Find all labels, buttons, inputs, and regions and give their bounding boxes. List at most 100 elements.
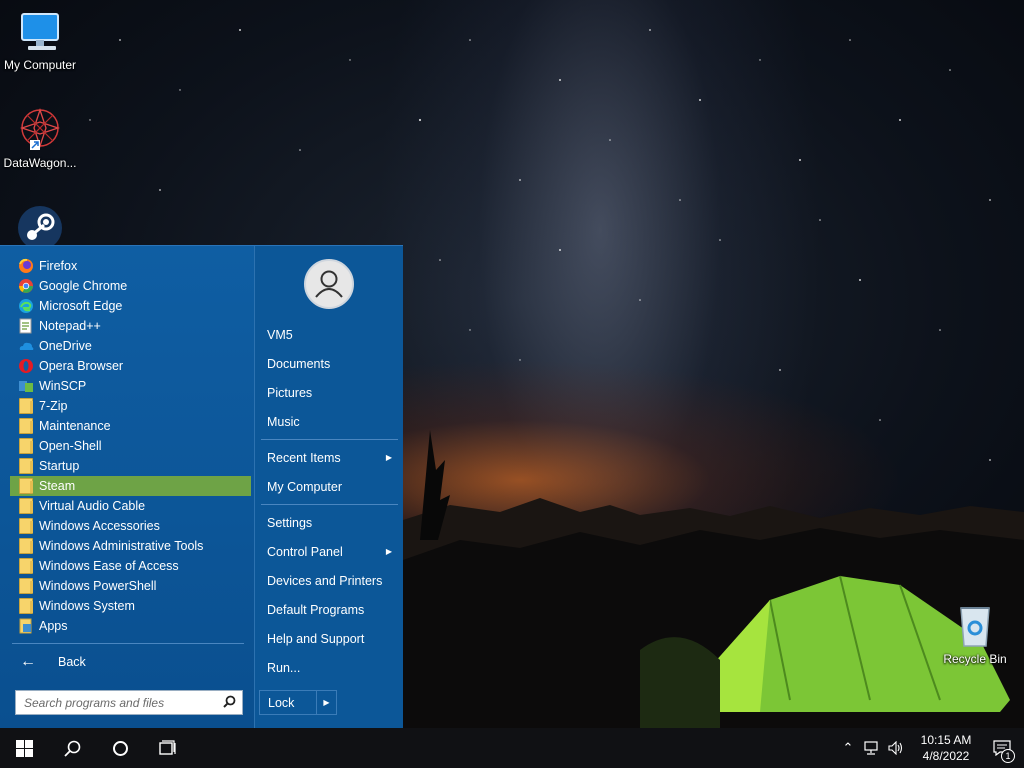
menu-item-label: Music (267, 414, 300, 429)
action-center-button[interactable]: 1 (980, 728, 1024, 768)
windows-logo-icon (15, 739, 33, 757)
desktop-icon-label: My Computer (3, 58, 77, 72)
desktop-icon-recycle-bin[interactable]: Recycle Bin (935, 602, 1015, 666)
menu-item-my-computer[interactable]: My Computer (261, 472, 398, 501)
menu-item-label: Default Programs (267, 602, 365, 617)
desktop-icon-label: Recycle Bin (943, 652, 1007, 666)
opera-icon (18, 358, 34, 374)
program-label: Maintenance (39, 419, 111, 433)
menu-item-default-programs[interactable]: Default Programs (261, 595, 398, 624)
search-icon[interactable] (223, 695, 236, 711)
program-item[interactable]: Apps (10, 616, 251, 636)
clock-time: 10:15 AM (920, 733, 972, 747)
program-label: Windows Administrative Tools (39, 539, 204, 553)
edge-icon (18, 298, 34, 314)
volume-button[interactable] (884, 728, 908, 768)
menu-item-recent-items[interactable]: Recent Items ▶ (261, 443, 398, 472)
notepadpp-icon (18, 318, 34, 334)
program-item[interactable]: Notepad++ (10, 316, 251, 336)
program-item[interactable]: 7-Zip (10, 396, 251, 416)
computer-icon (16, 8, 64, 56)
folder-icon (18, 558, 34, 574)
apps-icon (18, 618, 34, 634)
program-item[interactable]: Startup (10, 456, 251, 476)
clock-date: 4/8/2022 (922, 749, 970, 763)
program-item[interactable]: Windows System (10, 596, 251, 616)
program-item[interactable]: Maintenance (10, 416, 251, 436)
shutdown-options-button[interactable]: ▶ (316, 691, 336, 714)
program-label: Apps (39, 619, 68, 633)
winscp-icon (18, 378, 34, 394)
menu-item-devices-printers[interactable]: Devices and Printers (261, 566, 398, 595)
program-item[interactable]: OneDrive (10, 336, 251, 356)
network-button[interactable] (860, 728, 884, 768)
folder-icon (18, 538, 34, 554)
desktop-icon-steam[interactable] (0, 204, 80, 246)
network-icon (864, 741, 878, 755)
cortana-button[interactable] (96, 728, 144, 768)
program-item[interactable]: Windows Ease of Access (10, 556, 251, 576)
program-item[interactable]: Windows Accessories (10, 516, 251, 536)
task-view-button[interactable] (144, 728, 192, 768)
places-list: VM5 Documents Pictures Music Recent Item… (261, 320, 398, 682)
menu-item-settings[interactable]: Settings (261, 508, 398, 537)
lock-label: Lock (268, 695, 295, 710)
back-button[interactable]: ← Back (10, 651, 251, 673)
menu-item-control-panel[interactable]: Control Panel ▶ (261, 537, 398, 566)
program-item[interactable]: Google Chrome (10, 276, 251, 296)
program-item[interactable]: Windows Administrative Tools (10, 536, 251, 556)
system-tray: ⌃ 10:15 AM 4/8/2022 1 (836, 728, 1024, 768)
lock-button[interactable]: Lock (260, 691, 316, 714)
program-label: Microsoft Edge (39, 299, 123, 313)
start-button[interactable] (0, 728, 48, 768)
program-label: OneDrive (39, 339, 92, 353)
folder-icon (18, 398, 34, 414)
folder-icon (18, 458, 34, 474)
program-item[interactable]: Microsoft Edge (10, 296, 251, 316)
desktop-icon-my-computer[interactable]: My Computer (0, 8, 80, 72)
volume-icon (888, 741, 903, 755)
program-item[interactable]: Firefox (10, 256, 251, 276)
clock[interactable]: 10:15 AM 4/8/2022 (912, 732, 980, 764)
menu-item-label: VM5 (267, 327, 293, 342)
taskbar: ⌃ 10:15 AM 4/8/2022 1 (0, 728, 1024, 768)
program-item[interactable]: Open-Shell (10, 436, 251, 456)
search-button[interactable] (48, 728, 96, 768)
folder-icon (18, 518, 34, 534)
folder-icon (18, 498, 34, 514)
folder-icon (18, 438, 34, 454)
notification-count-badge: 1 (1001, 749, 1015, 763)
search-input[interactable] (24, 695, 209, 710)
start-menu-programs-pane: Firefox Google Chrome Microsoft Edge Notepa… (0, 246, 254, 729)
program-item[interactable]: Steam (10, 476, 251, 496)
menu-item-label: Devices and Printers (267, 573, 383, 588)
back-label: Back (58, 655, 86, 669)
menu-item-music[interactable]: Music (261, 407, 398, 436)
program-item[interactable]: WinSCP (10, 376, 251, 396)
menu-item-help-support[interactable]: Help and Support (261, 624, 398, 653)
menu-item-label: Pictures (267, 385, 313, 400)
menu-item-label: Documents (267, 356, 331, 371)
menu-item-vm5[interactable]: VM5 (261, 320, 398, 349)
menu-item-label: Settings (267, 515, 313, 530)
menu-item-label: Help and Support (267, 631, 365, 646)
menu-item-pictures[interactable]: Pictures (261, 378, 398, 407)
search-box (15, 690, 243, 715)
menu-item-documents[interactable]: Documents (261, 349, 398, 378)
chevron-right-icon: ▶ (385, 547, 392, 556)
program-list: Firefox Google Chrome Microsoft Edge Notepa… (10, 256, 251, 636)
user-avatar[interactable] (304, 259, 354, 309)
recycle-bin-icon (951, 602, 999, 650)
program-label: 7-Zip (39, 399, 68, 413)
chevron-right-icon: ▶ (323, 698, 330, 707)
desktop-icon-label: DataWagon... (3, 156, 77, 170)
desktop-icon-datawagon[interactable]: DataWagon... (0, 106, 80, 170)
menu-item-run[interactable]: Run... (261, 653, 398, 682)
program-item[interactable]: Windows PowerShell (10, 576, 251, 596)
lock-button-group: Lock ▶ (259, 690, 337, 715)
program-item[interactable]: Virtual Audio Cable (10, 496, 251, 516)
menu-item-label: Recent Items (267, 450, 341, 465)
show-hidden-icons-button[interactable]: ⌃ (836, 728, 860, 768)
program-label: Opera Browser (39, 359, 124, 373)
program-item[interactable]: Opera Browser (10, 356, 251, 376)
